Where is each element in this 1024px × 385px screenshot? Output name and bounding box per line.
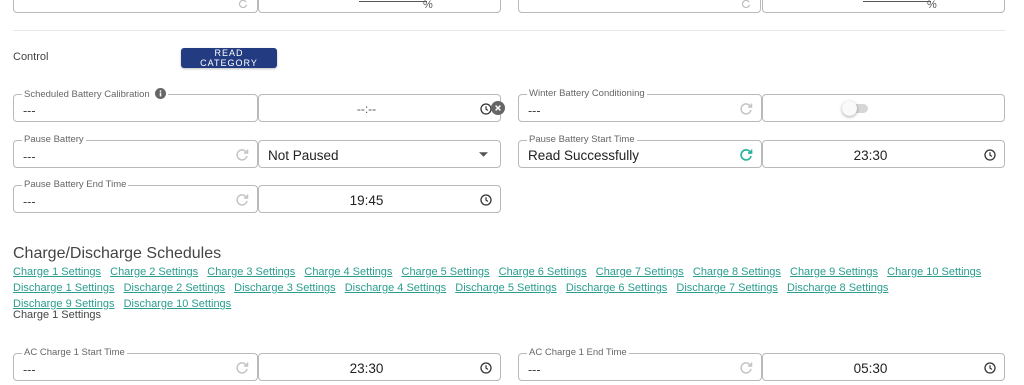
clock-icon[interactable] bbox=[480, 362, 492, 374]
pause-battery-start-time-label: Pause Battery Start Time bbox=[527, 134, 637, 146]
winter-battery-conditioning-toggle-box bbox=[762, 94, 1005, 122]
info-icon[interactable] bbox=[155, 88, 167, 99]
refresh-icon[interactable] bbox=[235, 193, 249, 207]
schedule-link[interactable]: Charge 5 Settings bbox=[402, 266, 490, 278]
ac-charge-1-start-time-value: --- bbox=[23, 363, 36, 377]
ac-charge-1-start-time-field[interactable]: AC Charge 1 Start Time --- bbox=[13, 347, 258, 381]
schedule-link[interactable]: Discharge 3 Settings bbox=[234, 282, 336, 294]
schedule-link[interactable]: Charge 1 Settings bbox=[13, 266, 101, 278]
ac-charge-1-end-time-value: --- bbox=[528, 363, 541, 377]
schedule-link[interactable]: Charge 3 Settings bbox=[207, 266, 295, 278]
schedule-link[interactable]: Discharge 6 Settings bbox=[566, 282, 668, 294]
top-field-4-unit: % bbox=[927, 0, 937, 11]
clock-icon[interactable] bbox=[480, 194, 492, 206]
top-field-1[interactable] bbox=[13, 0, 258, 13]
refresh-icon[interactable] bbox=[740, 0, 752, 9]
pause-battery-label: Pause Battery bbox=[22, 134, 86, 146]
pause-battery-start-time-field[interactable]: Pause Battery Start Time Read Successful… bbox=[518, 134, 762, 168]
control-label: Control bbox=[13, 51, 49, 63]
top-field-4-underline bbox=[863, 1, 931, 2]
top-field-3[interactable] bbox=[518, 0, 761, 13]
pause-battery-end-time-time: 19:45 bbox=[349, 193, 384, 208]
ac-charge-1-end-time-field[interactable]: AC Charge 1 End Time --- bbox=[518, 347, 762, 381]
schedule-link[interactable]: Charge 7 Settings bbox=[596, 266, 684, 278]
toggle-thumb[interactable] bbox=[842, 101, 857, 116]
top-field-2-underline bbox=[359, 1, 427, 2]
schedule-link[interactable]: Discharge 10 Settings bbox=[124, 298, 232, 310]
ac-charge-1-end-time-time: 05:30 bbox=[853, 361, 888, 376]
section-divider bbox=[13, 30, 1005, 31]
scheduled-battery-calibration-label: Scheduled Battery Calibration bbox=[24, 89, 150, 100]
refresh-icon[interactable] bbox=[739, 148, 753, 162]
read-category-button[interactable]: READ CATEGORY bbox=[181, 48, 277, 68]
pause-battery-value: --- bbox=[23, 150, 36, 164]
ac-charge-1-start-time-label: AC Charge 1 Start Time bbox=[22, 347, 127, 359]
schedule-link[interactable]: Discharge 8 Settings bbox=[787, 282, 889, 294]
pause-battery-end-time-value: --- bbox=[23, 195, 36, 209]
scheduled-battery-calibration-time-value: --:-- bbox=[356, 102, 377, 116]
schedule-link[interactable]: Charge 9 Settings bbox=[790, 266, 878, 278]
caret-down-icon[interactable] bbox=[479, 152, 488, 157]
pause-battery-select-value: Not Paused bbox=[268, 148, 339, 163]
pause-battery-end-time-label: Pause Battery End Time bbox=[22, 179, 129, 191]
schedule-link[interactable]: Discharge 1 Settings bbox=[13, 282, 115, 294]
ac-charge-1-start-time[interactable]: 23:30 bbox=[258, 353, 501, 381]
pause-battery-field[interactable]: Pause Battery --- bbox=[13, 134, 258, 168]
top-field-4[interactable]: % bbox=[762, 0, 1005, 13]
clear-icon[interactable] bbox=[491, 101, 505, 115]
winter-battery-conditioning-label: Winter Battery Conditioning bbox=[527, 88, 647, 100]
pause-battery-start-time-status: Read Successfully bbox=[528, 148, 640, 163]
schedule-links: Charge 1 Settings Charge 2 Settings Char… bbox=[13, 264, 1003, 312]
charge-1-settings-subheading: Charge 1 Settings bbox=[13, 309, 102, 321]
top-field-2-unit: % bbox=[423, 0, 433, 11]
schedules-heading: Charge/Discharge Schedules bbox=[13, 245, 222, 262]
schedule-link[interactable]: Charge 4 Settings bbox=[304, 266, 392, 278]
scheduled-battery-calibration-field[interactable]: Scheduled Battery Calibration --- bbox=[13, 88, 258, 122]
schedule-link[interactable]: Discharge 2 Settings bbox=[124, 282, 226, 294]
schedule-link[interactable]: Charge 2 Settings bbox=[110, 266, 198, 278]
schedule-link[interactable]: Charge 8 Settings bbox=[693, 266, 781, 278]
refresh-icon[interactable] bbox=[739, 102, 753, 116]
ac-charge-1-end-time-label: AC Charge 1 End Time bbox=[527, 347, 629, 359]
winter-battery-conditioning-field[interactable]: Winter Battery Conditioning --- bbox=[518, 88, 762, 122]
refresh-icon[interactable] bbox=[235, 361, 249, 375]
schedule-link[interactable]: Discharge 5 Settings bbox=[455, 282, 557, 294]
ac-charge-1-start-time-time: 23:30 bbox=[349, 361, 384, 376]
schedule-link[interactable]: Discharge 4 Settings bbox=[345, 282, 447, 294]
scheduled-battery-calibration-legend: Scheduled Battery Calibration bbox=[22, 88, 169, 101]
pause-battery-start-time[interactable]: 23:30 bbox=[762, 140, 1005, 168]
clock-icon[interactable] bbox=[984, 362, 996, 374]
refresh-icon[interactable] bbox=[739, 361, 753, 375]
ac-charge-1-end-time[interactable]: 05:30 bbox=[762, 353, 1005, 381]
winter-battery-conditioning-value: --- bbox=[528, 104, 541, 118]
schedule-link[interactable]: Charge 6 Settings bbox=[499, 266, 587, 278]
pause-battery-start-time-value: 23:30 bbox=[853, 148, 888, 163]
refresh-icon[interactable] bbox=[235, 148, 249, 162]
scheduled-battery-calibration-time[interactable]: --:-- bbox=[258, 94, 501, 122]
scheduled-battery-calibration-value: --- bbox=[23, 104, 36, 118]
pause-battery-end-time[interactable]: 19:45 bbox=[258, 185, 501, 213]
top-field-2[interactable]: % bbox=[258, 0, 501, 13]
refresh-icon[interactable] bbox=[237, 0, 249, 9]
schedule-link[interactable]: Charge 10 Settings bbox=[887, 266, 981, 278]
clock-icon[interactable] bbox=[984, 149, 996, 161]
pause-battery-select[interactable]: Not Paused bbox=[258, 140, 501, 168]
pause-battery-end-time-field[interactable]: Pause Battery End Time --- bbox=[13, 179, 258, 213]
schedule-link[interactable]: Discharge 7 Settings bbox=[676, 282, 778, 294]
